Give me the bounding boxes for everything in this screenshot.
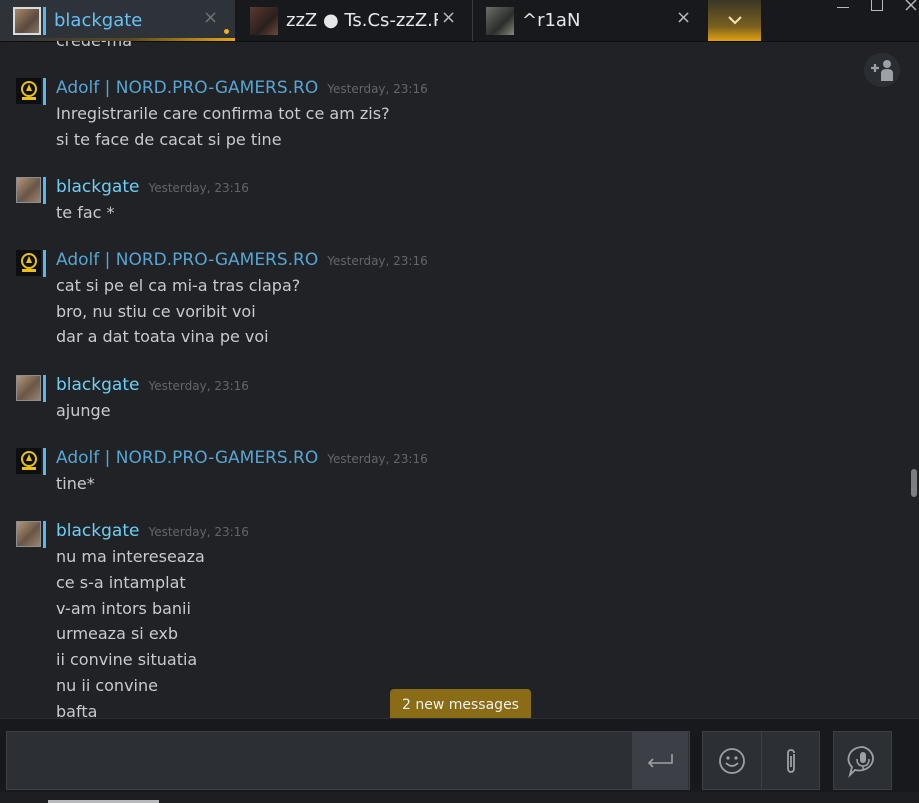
avatar[interactable] xyxy=(16,448,41,474)
message-header: blackgate Yesterday, 23:16 xyxy=(56,521,249,541)
message-text: Inregistrarile care confirma tot ce am z… xyxy=(56,104,390,123)
message-text: ii convine situatia xyxy=(56,650,198,669)
nord-logo-icon xyxy=(20,451,37,470)
message-text: te fac * xyxy=(56,203,115,222)
input-tools xyxy=(702,731,820,790)
message-text: v-am intors banii xyxy=(56,599,191,618)
maximize-icon[interactable] xyxy=(869,0,885,14)
author-name[interactable]: Adolf | NORD.PRO-GAMERS.RO xyxy=(56,448,318,468)
message-text: ajunge xyxy=(56,401,111,420)
timestamp: Yesterday, 23:16 xyxy=(148,181,249,195)
enter-icon xyxy=(647,753,673,768)
message-input[interactable] xyxy=(6,731,690,790)
author-name[interactable]: Adolf | NORD.PRO-GAMERS.RO xyxy=(56,250,318,270)
nord-logo-icon xyxy=(20,81,37,100)
message-text: bro, nu stiu ce voribit voi xyxy=(56,302,256,321)
author-name[interactable]: blackgate xyxy=(56,177,139,197)
message-text: cat si pe el ca mi-a tras clapa? xyxy=(56,276,301,295)
avatar[interactable] xyxy=(16,250,41,276)
timestamp: Yesterday, 23:16 xyxy=(148,379,249,393)
online-status-bar xyxy=(43,521,46,548)
scrollbar-thumb[interactable] xyxy=(911,469,917,497)
tab-label: blackgate xyxy=(54,10,143,31)
avatar[interactable] xyxy=(16,375,41,401)
avatar[interactable] xyxy=(16,177,41,203)
online-status-bar xyxy=(43,6,46,35)
message-text: bafta xyxy=(56,702,98,718)
tab-label: ^r1aN xyxy=(522,10,581,31)
tab-avatar xyxy=(250,6,278,35)
message-header: Adolf | NORD.PRO-GAMERS.RO Yesterday, 23… xyxy=(56,78,428,98)
message-header: Adolf | NORD.PRO-GAMERS.RO Yesterday, 23… xyxy=(56,250,428,270)
new-messages-button[interactable]: 2 new messages xyxy=(390,689,531,720)
tab-avatar xyxy=(486,6,514,35)
message-text: nu ma intereseaza xyxy=(56,547,205,566)
author-name[interactable]: Adolf | NORD.PRO-GAMERS.RO xyxy=(56,78,318,98)
close-window-icon[interactable] xyxy=(903,0,919,14)
bottom-strip xyxy=(0,792,919,803)
paperclip-icon xyxy=(787,748,795,773)
timestamp: Yesterday, 23:16 xyxy=(327,82,428,96)
tab-r1an[interactable]: ^r1aN × xyxy=(472,0,708,41)
message-text: crede-ma xyxy=(56,41,132,50)
close-icon[interactable]: × xyxy=(203,8,218,28)
online-status-bar xyxy=(43,448,46,475)
online-status-bar xyxy=(43,375,46,402)
message-header: blackgate Yesterday, 23:16 xyxy=(56,177,249,197)
timestamp: Yesterday, 23:16 xyxy=(327,452,428,466)
chevron-down-icon xyxy=(727,16,742,25)
message-header: blackgate Yesterday, 23:16 xyxy=(56,375,249,395)
attach-button[interactable] xyxy=(761,732,820,789)
timestamp: Yesterday, 23:16 xyxy=(327,254,428,268)
author-name[interactable]: blackgate xyxy=(56,375,139,395)
online-status-bar xyxy=(43,250,46,277)
tab-avatar xyxy=(13,6,41,35)
author-name[interactable]: blackgate xyxy=(56,521,139,541)
tab-zzz[interactable]: zzZ ● Ts.Cs-zzZ.Ro × xyxy=(235,0,471,41)
chat-input-bar xyxy=(0,718,919,793)
online-status-bar xyxy=(43,177,46,204)
tab-blackgate[interactable]: blackgate × xyxy=(0,0,235,41)
send-button[interactable] xyxy=(632,732,688,789)
tab-label: zzZ ● Ts.Cs-zzZ.Ro xyxy=(286,10,438,31)
add-friend-icon xyxy=(871,60,893,81)
online-status-bar xyxy=(43,78,46,105)
message-list[interactable]: crede-ma Adolf | NORD.PRO-GAMERS.RO Yest… xyxy=(0,41,905,718)
nord-logo-icon xyxy=(20,253,37,272)
timestamp: Yesterday, 23:16 xyxy=(148,525,249,539)
unread-indicator xyxy=(224,29,229,34)
message-text: si te face de cacat si pe tine xyxy=(56,130,282,149)
window-controls xyxy=(835,0,919,16)
add-friend-button[interactable] xyxy=(864,53,900,87)
message-text: ce s-a intamplat xyxy=(56,573,186,592)
message-text: urmeaza si exb xyxy=(56,624,179,643)
message-text: tine* xyxy=(56,474,95,493)
avatar[interactable] xyxy=(16,78,41,104)
message-header: Adolf | NORD.PRO-GAMERS.RO Yesterday, 23… xyxy=(56,448,428,468)
chat-tab-bar: blackgate × zzZ ● Ts.Cs-zzZ.Ro × ^r1aN × xyxy=(0,0,919,42)
emoji-button[interactable] xyxy=(703,732,761,789)
message-text: dar a dat toata vina pe voi xyxy=(56,327,269,346)
microphone-bubble-icon xyxy=(847,745,874,778)
avatar[interactable] xyxy=(16,521,41,547)
voice-chat-button[interactable] xyxy=(833,731,892,790)
minimize-icon[interactable] xyxy=(835,0,851,14)
close-icon[interactable]: × xyxy=(441,8,456,28)
more-tabs-button[interactable] xyxy=(708,0,761,41)
close-icon[interactable]: × xyxy=(676,8,691,28)
message-text: nu ii convine xyxy=(56,676,158,695)
smiley-icon xyxy=(719,747,745,774)
